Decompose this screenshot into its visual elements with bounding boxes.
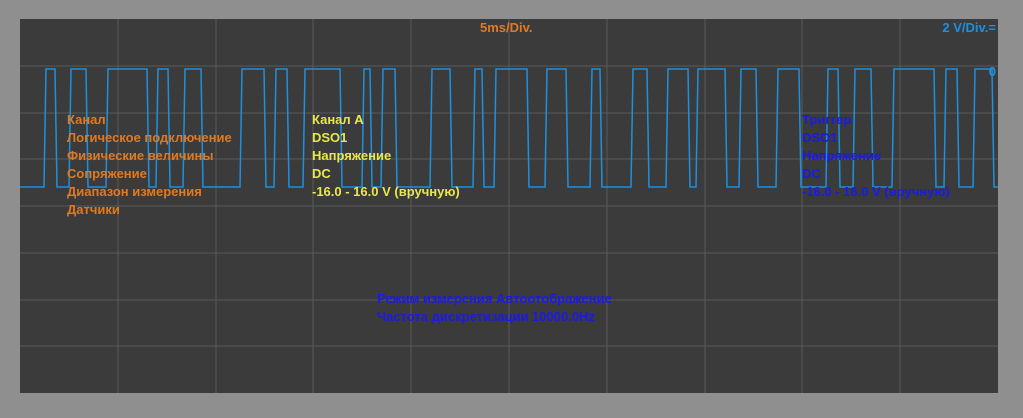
channel-a-physical: Напряжение xyxy=(312,148,392,163)
oscilloscope-display[interactable]: 5ms/Div. 2 V/Div.= 0 Канал Логическое по… xyxy=(20,19,998,393)
time-per-division-label: 5ms/Div. xyxy=(480,20,533,35)
channel-a-values: Канал A DSO1 Напряжение DC -16.0 - 16.0 … xyxy=(312,111,460,201)
volts-per-division-label: 2 V/Div.= xyxy=(942,20,996,35)
trigger-range: -16.0 - 16.0 V (вручную) xyxy=(802,184,950,199)
channel-a-range: -16.0 - 16.0 V (вручную) xyxy=(312,184,460,199)
trigger-name: Триггер xyxy=(802,112,852,127)
sensors-label: Датчики xyxy=(67,202,120,217)
sample-rate: Частота дискретизации 10000.0Hz xyxy=(377,309,595,324)
channel-label: Канал xyxy=(67,112,106,127)
physical-quantity-label: Физические величины xyxy=(67,148,214,163)
measurement-mode: Режим измерения Автоотображение xyxy=(377,291,612,306)
zero-level-marker: 0 xyxy=(988,64,996,79)
trigger-logical: DSO1 xyxy=(802,130,838,145)
channel-a-logical: DSO1 xyxy=(312,130,348,145)
channel-a-name: Канал A xyxy=(312,112,364,127)
logical-connection-label: Логическое подключение xyxy=(67,130,232,145)
channel-a-coupling: DC xyxy=(312,166,331,181)
parameter-labels: Канал Логическое подключение Физические … xyxy=(67,111,232,219)
measurement-range-label: Диапазон измерения xyxy=(67,184,202,199)
measurement-info: Режим измерения Автоотображение Частота … xyxy=(377,290,612,326)
trigger-physical: Напряжение xyxy=(802,148,882,163)
coupling-label: Сопряжение xyxy=(67,166,147,181)
trigger-coupling: DC xyxy=(802,166,821,181)
trigger-values: Триггер DSO1 Напряжение DC -16.0 - 16.0 … xyxy=(802,111,950,201)
